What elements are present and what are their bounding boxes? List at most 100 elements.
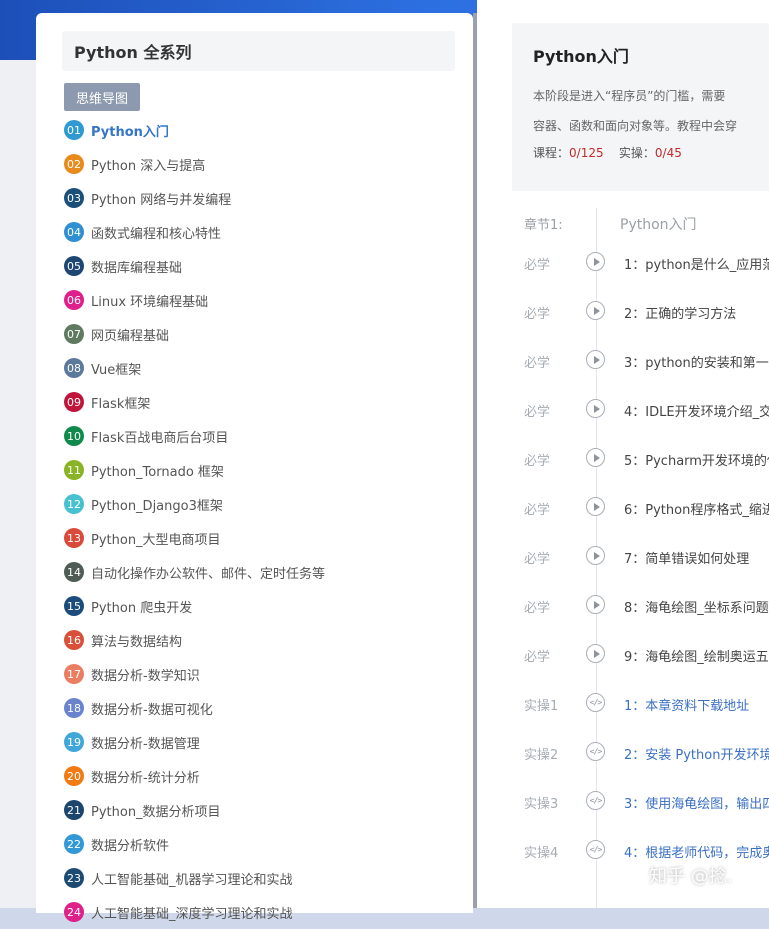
course-name: Python_Django3框架 (91, 498, 223, 514)
lesson-item[interactable]: 必学 9：海龟绘图_绘制奥运五 (477, 630, 769, 679)
lesson-title: 4：IDLE开发环境介绍_交 (624, 405, 769, 420)
stage-title: Python入门 (533, 47, 629, 66)
course-number-badge: 04 (64, 222, 84, 242)
course-name: 数据分析-数学知识 (91, 668, 200, 684)
practice-count-value: 0/45 (654, 146, 682, 160)
course-number-badge: 15 (64, 596, 84, 616)
lesson-tag: 必学 (524, 356, 551, 371)
course-item[interactable]: 14 自动化操作办公软件、邮件、定时任务等 (64, 555, 464, 589)
lesson-tag: 实操2 (524, 748, 559, 763)
course-item[interactable]: 01 Python入门 (64, 113, 464, 147)
code-icon: </> (586, 742, 605, 761)
course-name: Python 深入与提高 (91, 158, 206, 174)
course-number-badge: 21 (64, 800, 84, 820)
lesson-item[interactable]: 必学 4：IDLE开发环境介绍_交 (477, 385, 769, 434)
background-strip (0, 60, 36, 908)
course-list: 01 Python入门 02 Python 深入与提高 03 Python 网络与并发编程… (64, 113, 464, 929)
course-number-badge: 01 (64, 120, 84, 140)
course-item[interactable]: 10 Flask百战电商后台项目 (64, 419, 464, 453)
course-number-badge: 20 (64, 766, 84, 786)
course-number-badge: 07 (64, 324, 84, 344)
play-icon (586, 595, 605, 614)
course-item[interactable]: 08 Vue框架 (64, 351, 464, 385)
practice-item[interactable]: 实操3 </> 3：使用海龟绘图，输出四 (477, 777, 769, 826)
practice-item[interactable]: 实操2 </> 2：安装 Python开发环境 (477, 728, 769, 777)
course-name: 人工智能基础_机器学习理论和实战 (91, 872, 293, 888)
course-name: 人工智能基础_深度学习理论和实战 (91, 906, 293, 922)
intro-box: Python入门 本阶段是进入“程序员”的门槛，需要 容器、函数和面向对象等。教… (512, 23, 769, 191)
intro-text-line: 本阶段是进入“程序员”的门槛，需要 (533, 89, 726, 103)
course-item[interactable]: 16 算法与数据结构 (64, 623, 464, 657)
mindmap-button[interactable]: 思维导图 (64, 83, 140, 111)
lesson-title: 1：python是什么_应用范 (624, 258, 769, 273)
intro-text-line: 容器、函数和面向对象等。教程中会穿 (533, 119, 738, 133)
course-name: 网页编程基础 (91, 328, 170, 344)
lesson-item[interactable]: 必学 6：Python程序格式_缩进 (477, 483, 769, 532)
course-item[interactable]: 04 函数式编程和核心特性 (64, 215, 464, 249)
course-item[interactable]: 11 Python_Tornado 框架 (64, 453, 464, 487)
lesson-tag: 必学 (524, 650, 551, 665)
course-number-badge: 12 (64, 494, 84, 514)
lesson-title: 8：海龟绘图_坐标系问题 (624, 601, 769, 616)
lesson-title: 3：使用海龟绘图，输出四 (624, 797, 769, 812)
course-number-badge: 13 (64, 528, 84, 548)
lesson-item[interactable]: 必学 1：python是什么_应用范 (477, 238, 769, 287)
course-item[interactable]: 24 人工智能基础_深度学习理论和实战 (64, 895, 464, 929)
lesson-title: 7：简单错误如何处理 (624, 552, 750, 567)
code-icon: </> (586, 840, 605, 859)
course-item[interactable]: 07 网页编程基础 (64, 317, 464, 351)
code-icon: </> (586, 791, 605, 810)
course-item[interactable]: 18 数据分析-数据可视化 (64, 691, 464, 725)
practice-item[interactable]: 实操1 </> 1：本章资料下载地址 (477, 679, 769, 728)
lesson-tag: 实操4 (524, 846, 559, 861)
play-icon (586, 644, 605, 663)
lesson-title: 9：海龟绘图_绘制奥运五 (624, 650, 769, 665)
course-item[interactable]: 02 Python 深入与提高 (64, 147, 464, 181)
chapter-title: Python入门 (620, 217, 697, 233)
lesson-item[interactable]: 必学 7：简单错误如何处理 (477, 532, 769, 581)
course-number-badge: 23 (64, 868, 84, 888)
course-name: Python入门 (91, 124, 169, 140)
chapter-label: 章节1: (524, 218, 563, 233)
lesson-tag: 必学 (524, 307, 551, 322)
course-item[interactable]: 06 Linux 环境编程基础 (64, 283, 464, 317)
course-item[interactable]: 21 Python_数据分析项目 (64, 793, 464, 827)
lesson-tag: 必学 (524, 405, 551, 420)
course-number-badge: 06 (64, 290, 84, 310)
course-number-badge: 18 (64, 698, 84, 718)
play-icon (586, 301, 605, 320)
course-item[interactable]: 05 数据库编程基础 (64, 249, 464, 283)
course-item[interactable]: 03 Python 网络与并发编程 (64, 181, 464, 215)
course-item[interactable]: 23 人工智能基础_机器学习理论和实战 (64, 861, 464, 895)
lesson-title: 2：正确的学习方法 (624, 307, 737, 322)
lesson-item[interactable]: 必学 2：正确的学习方法 (477, 287, 769, 336)
course-name: Python_大型电商项目 (91, 532, 221, 548)
course-name: Flask框架 (91, 396, 151, 412)
practice-count-label: 实操： (618, 146, 655, 160)
course-item[interactable]: 20 数据分析-统计分析 (64, 759, 464, 793)
course-item[interactable]: 15 Python 爬虫开发 (64, 589, 464, 623)
course-item[interactable]: 13 Python_大型电商项目 (64, 521, 464, 555)
lesson-title: 5：Pycharm开发环境的使 (624, 454, 769, 469)
course-name: 函数式编程和核心特性 (91, 226, 222, 242)
progress-stats: 课程：0/125 实操：0/45 (533, 144, 682, 161)
lesson-item[interactable]: 必学 8：海龟绘图_坐标系问题 (477, 581, 769, 630)
course-number-badge: 09 (64, 392, 84, 412)
series-title: Python 全系列 (62, 31, 455, 71)
course-name: 数据分析-数据管理 (91, 736, 200, 752)
course-name: Vue框架 (91, 362, 142, 378)
lesson-title: 1：本章资料下载地址 (624, 699, 750, 714)
course-item[interactable]: 12 Python_Django3框架 (64, 487, 464, 521)
lesson-item[interactable]: 必学 5：Pycharm开发环境的使 (477, 434, 769, 483)
course-name: Python 网络与并发编程 (91, 192, 232, 208)
play-icon (586, 350, 605, 369)
course-item[interactable]: 17 数据分析-数学知识 (64, 657, 464, 691)
course-count-label: 课程： (533, 146, 570, 160)
course-number-badge: 03 (64, 188, 84, 208)
course-item[interactable]: 22 数据分析软件 (64, 827, 464, 861)
course-number-badge: 08 (64, 358, 84, 378)
course-item[interactable]: 19 数据分析-数据管理 (64, 725, 464, 759)
course-item[interactable]: 09 Flask框架 (64, 385, 464, 419)
course-name: 数据库编程基础 (91, 260, 183, 276)
lesson-item[interactable]: 必学 3：python的安装和第一行 (477, 336, 769, 385)
